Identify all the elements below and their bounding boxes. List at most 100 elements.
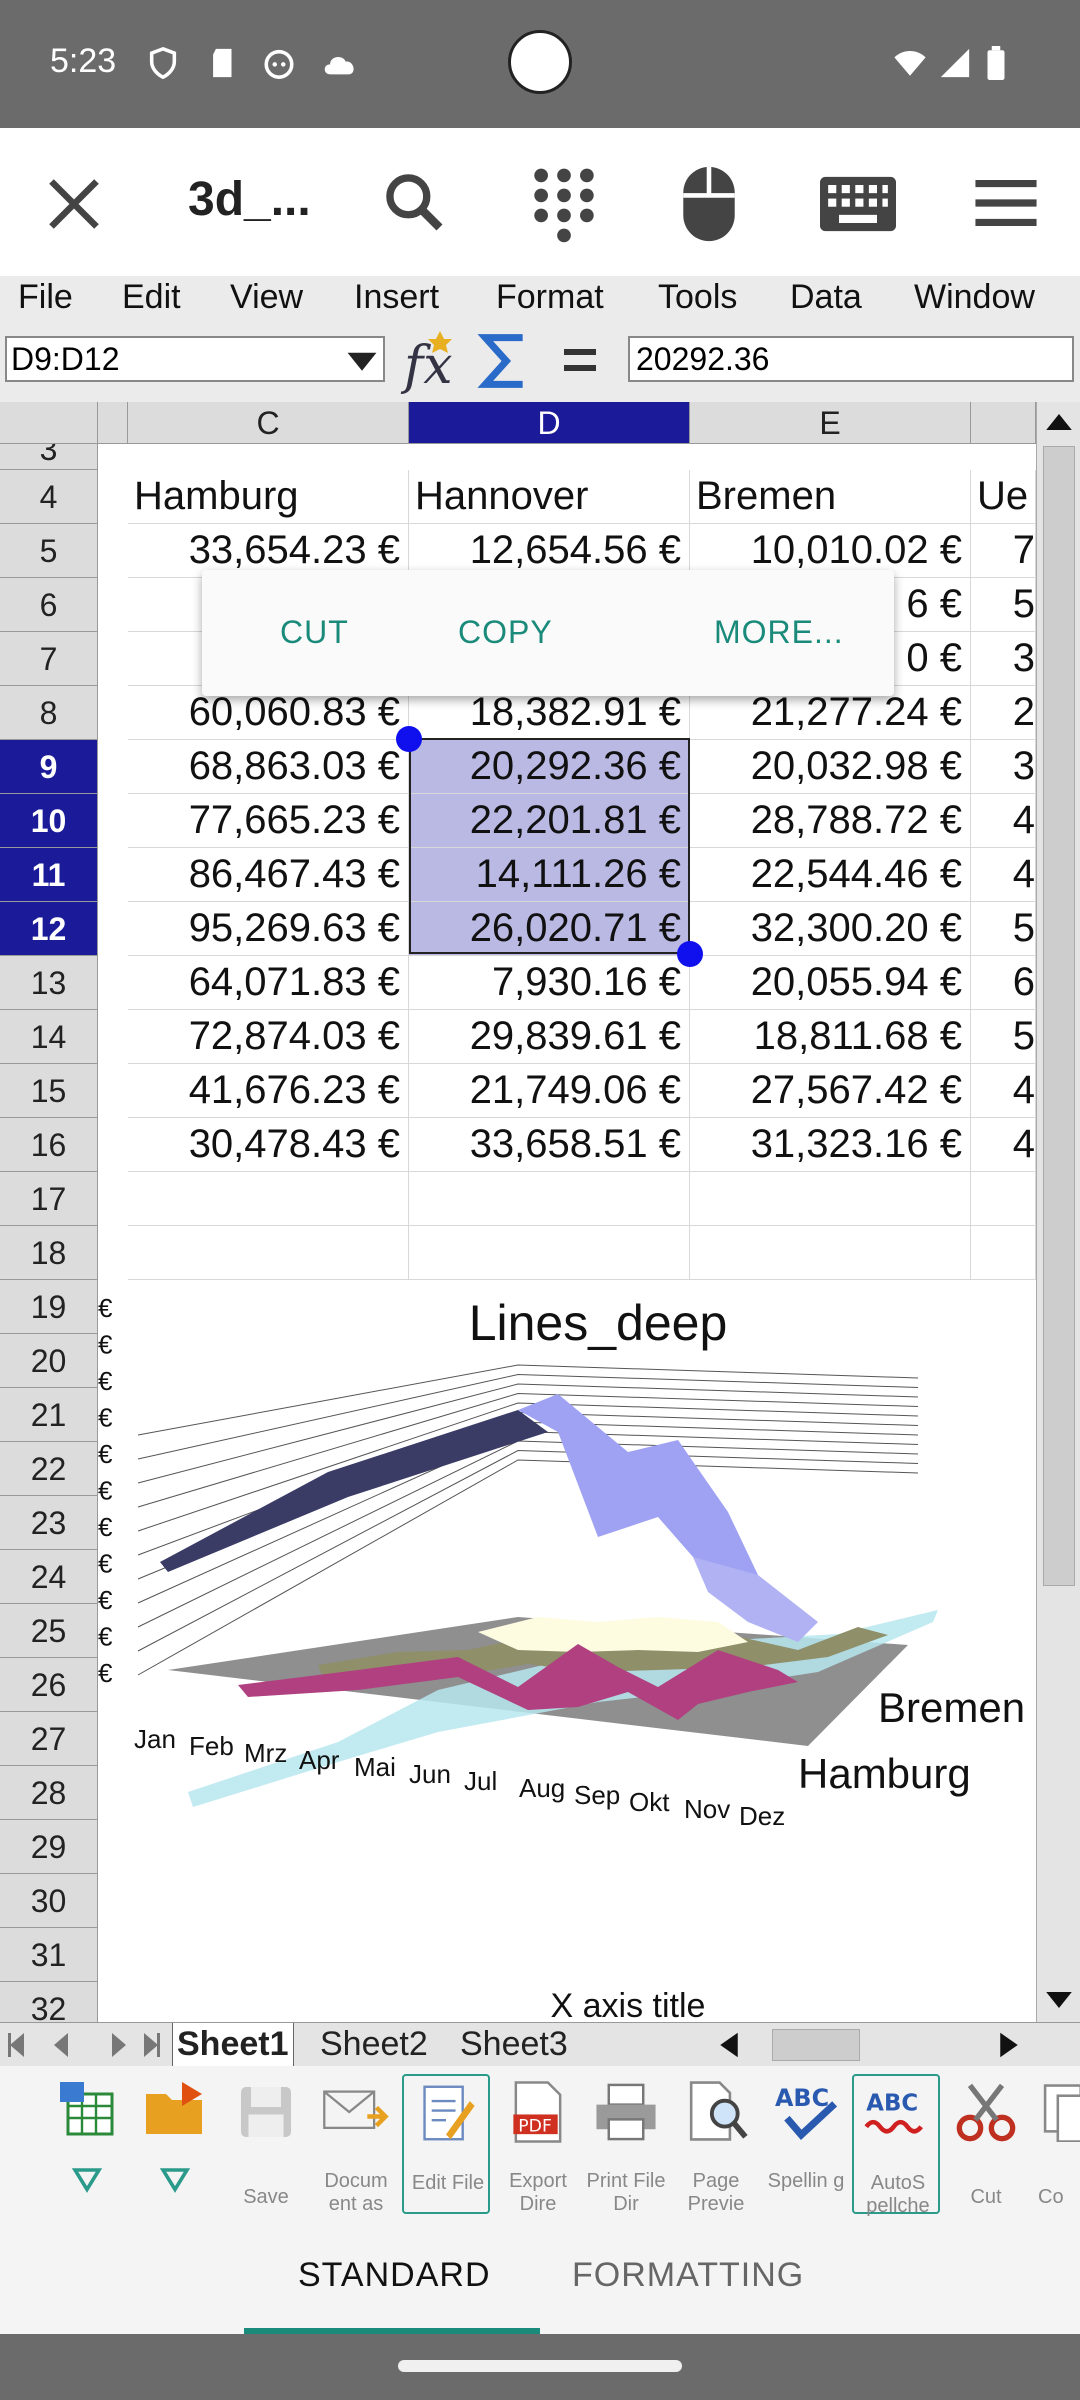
chart-lines-deep[interactable]: Lines_deep € € € € € € € € € € € Jan Feb Mrz Apr Mai Ju… xyxy=(98,1272,1036,2022)
sheet-tab-2[interactable]: Sheet2 xyxy=(316,2023,432,2067)
cell-f[interactable]: 4 xyxy=(971,794,1036,848)
row-header[interactable]: 13 xyxy=(0,956,98,1010)
row-header[interactable]: 11 xyxy=(0,848,98,902)
spreadsheet-grid[interactable]: C D E 3 4 5 6 7 8 9 10 11 12 13 14 15 16 17 18 19 20 21 22 2… xyxy=(0,402,1036,2022)
cut-action[interactable]: CUT xyxy=(280,614,349,651)
menu-edit[interactable]: Edit xyxy=(122,278,181,317)
col-header-d[interactable]: D xyxy=(409,402,690,444)
sum-icon[interactable] xyxy=(476,330,532,392)
row-header[interactable]: 5 xyxy=(0,524,98,578)
cell-f[interactable]: 4 xyxy=(971,848,1036,902)
grid-corner[interactable] xyxy=(0,402,98,444)
cell-d[interactable]: 22,201.81 € xyxy=(409,794,690,848)
cell-e[interactable] xyxy=(690,1172,971,1226)
cell-f[interactable]: 4 xyxy=(971,1118,1036,1172)
cell-e[interactable]: Bremen xyxy=(690,470,971,524)
print-button[interactable]: Print File Dir xyxy=(582,2074,670,2215)
cell-c[interactable]: 77,665.23 € xyxy=(128,794,409,848)
row-header[interactable]: 23 xyxy=(0,1496,98,1550)
row-header[interactable]: 27 xyxy=(0,1712,98,1766)
autospellcheck-button[interactable]: ABC AutoS pellche xyxy=(852,2074,940,2217)
row-header[interactable]: 8 xyxy=(0,686,98,740)
cell-e[interactable]: 27,567.42 € xyxy=(690,1064,971,1118)
cell-e[interactable]: 31,323.16 € xyxy=(690,1118,971,1172)
cell-e[interactable]: 20,032.98 € xyxy=(690,740,971,794)
new-spreadsheet-button[interactable] xyxy=(44,2074,132,2214)
row-header[interactable]: 30 xyxy=(0,1874,98,1928)
cell-f[interactable] xyxy=(971,1172,1036,1226)
cell-c[interactable]: 68,863.03 € xyxy=(128,740,409,794)
cell-f[interactable]: 7 xyxy=(971,524,1036,578)
row-header[interactable]: 4 xyxy=(0,470,98,524)
sheet-nav-arrows-icon[interactable] xyxy=(6,2029,162,2061)
copy-button[interactable]: Co xyxy=(1032,2074,1080,2214)
row-header[interactable]: 18 xyxy=(0,1226,98,1280)
close-icon[interactable] xyxy=(44,174,104,234)
col-header-b[interactable] xyxy=(98,402,128,444)
cell-f[interactable]: 4 xyxy=(971,1064,1036,1118)
row-header[interactable]: 19 xyxy=(0,1280,98,1334)
keyboard-icon[interactable] xyxy=(820,176,896,232)
cell-c[interactable]: 30,478.43 € xyxy=(128,1118,409,1172)
menu-window[interactable]: Window xyxy=(914,278,1035,317)
cell-d[interactable]: 33,658.51 € xyxy=(409,1118,690,1172)
export-pdf-button[interactable]: PDF Export Dire xyxy=(494,2074,582,2215)
row-header[interactable]: 7 xyxy=(0,632,98,686)
row-header[interactable]: 17 xyxy=(0,1172,98,1226)
cell-d[interactable]: 20,292.36 € xyxy=(409,740,690,794)
row-header[interactable]: 9 xyxy=(0,740,98,794)
cell-d[interactable]: 21,749.06 € xyxy=(409,1064,690,1118)
row-header[interactable]: 22 xyxy=(0,1442,98,1496)
selection-handle-start[interactable] xyxy=(396,726,422,752)
row-header[interactable]: 15 xyxy=(0,1064,98,1118)
cell-c[interactable]: 41,676.23 € xyxy=(128,1064,409,1118)
row-header[interactable]: 20 xyxy=(0,1334,98,1388)
dropdown-triangle-icon[interactable] xyxy=(160,2164,190,2194)
cell-f[interactable]: 3 xyxy=(971,740,1036,794)
dropdown-triangle-icon[interactable] xyxy=(72,2164,102,2194)
cell-d[interactable]: 7,930.16 € xyxy=(409,956,690,1010)
menu-view[interactable]: View xyxy=(230,278,303,317)
row-header[interactable]: 29 xyxy=(0,1820,98,1874)
cell-c[interactable]: 64,071.83 € xyxy=(128,956,409,1010)
cell-f[interactable]: 5 xyxy=(971,902,1036,956)
sheet-tab-1[interactable]: Sheet1 xyxy=(172,2023,294,2067)
hamburger-menu-icon[interactable] xyxy=(972,178,1040,228)
row-header[interactable]: 26 xyxy=(0,1658,98,1712)
scroll-thumb[interactable] xyxy=(1043,446,1075,1586)
send-document-button[interactable]: Docum ent as xyxy=(312,2074,400,2215)
col-header-c[interactable]: C xyxy=(128,402,409,444)
cell-f[interactable]: 6 xyxy=(971,956,1036,1010)
row-header[interactable]: 6 xyxy=(0,578,98,632)
row-header[interactable]: 10 xyxy=(0,794,98,848)
save-button[interactable]: Save xyxy=(222,2074,310,2214)
cell-e[interactable]: 32,300.20 € xyxy=(690,902,971,956)
name-box[interactable]: D9:D12 xyxy=(5,336,385,382)
tab-standard[interactable]: STANDARD xyxy=(298,2256,491,2295)
spelling-button[interactable]: ABC Spellin g xyxy=(762,2074,850,2214)
row-header[interactable]: 25 xyxy=(0,1604,98,1658)
edit-file-button[interactable]: Edit File xyxy=(402,2074,490,2214)
row-header[interactable]: 28 xyxy=(0,1766,98,1820)
sheet-tab-3[interactable]: Sheet3 xyxy=(456,2023,572,2067)
cell-c[interactable]: 86,467.43 € xyxy=(128,848,409,902)
scroll-down-icon[interactable] xyxy=(1043,1988,1075,2012)
function-wizard-icon[interactable]: fx xyxy=(400,326,464,396)
menu-tools[interactable]: Tools xyxy=(658,278,737,317)
cell-e[interactable]: 18,811.68 € xyxy=(690,1010,971,1064)
row-header[interactable]: 14 xyxy=(0,1010,98,1064)
formula-input[interactable]: 20292.36 xyxy=(628,336,1074,382)
cell-c[interactable]: 72,874.03 € xyxy=(128,1010,409,1064)
cut-button[interactable]: Cut xyxy=(942,2074,1030,2214)
mouse-icon[interactable] xyxy=(676,164,742,244)
scroll-up-icon[interactable] xyxy=(1043,410,1075,434)
hscroll-left-icon[interactable] xyxy=(716,2031,742,2059)
vertical-scrollbar[interactable] xyxy=(1036,402,1080,2022)
cell-d[interactable]: 29,839.61 € xyxy=(409,1010,690,1064)
search-icon[interactable] xyxy=(380,168,448,236)
hscroll-thumb[interactable] xyxy=(772,2029,860,2061)
cell-f[interactable]: 2 xyxy=(971,686,1036,740)
cell-e[interactable]: 20,055.94 € xyxy=(690,956,971,1010)
cell-f[interactable]: 5 xyxy=(971,578,1036,632)
cell-e[interactable]: 28,788.72 € xyxy=(690,794,971,848)
